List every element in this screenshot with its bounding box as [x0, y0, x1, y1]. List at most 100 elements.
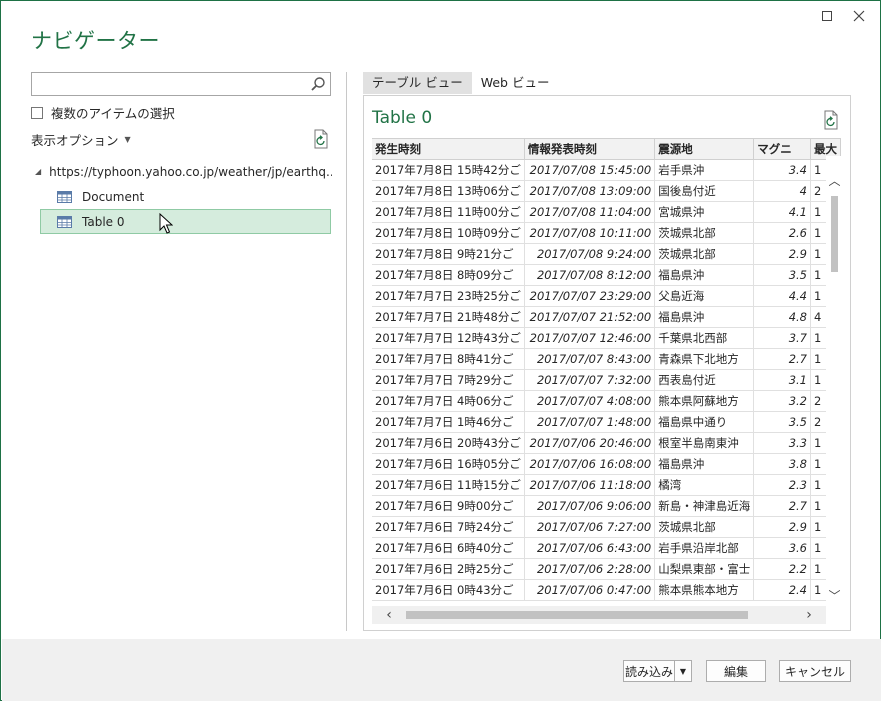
- table-cell: 福島県沖: [654, 264, 755, 286]
- table-cell: 4.1: [753, 201, 811, 223]
- table-cell: 2017/07/08 10:11:00: [524, 222, 656, 244]
- table-cell: 2.6: [753, 222, 811, 244]
- search-input[interactable]: [32, 73, 302, 95]
- search-box[interactable]: [31, 72, 331, 96]
- table-row[interactable]: 2017年7月8日 13時06分ご 2017/07/08 13:09:00 国後島付…: [372, 180, 841, 202]
- table-cell: 2.4: [753, 579, 811, 601]
- data-grid[interactable]: 発生時刻 情報発表時刻 震源地 マグニ 最大 2017年7月8日 15時42分ご…: [372, 138, 841, 606]
- table-row[interactable]: 2017年7月6日 6時40分ご 2017/07/06 6:43:00 岩手県沿岸北…: [372, 537, 841, 559]
- table-row[interactable]: 2017年7月7日 12時43分ご 2017/07/07 12:46:00 千葉県北…: [372, 327, 841, 349]
- vertical-scrollbar[interactable]: ︿ ﹀: [826, 156, 843, 606]
- table-row[interactable]: 2017年7月6日 0時43分ご 2017/07/06 0:47:00 熊本県熊本地…: [372, 579, 841, 601]
- table-cell: 2017年7月7日 21時48分ご: [372, 306, 525, 328]
- table-cell: 2017年7月6日 7時24分ご: [372, 516, 525, 538]
- refresh-icon[interactable]: [312, 129, 330, 149]
- column-header[interactable]: 震源地: [654, 139, 755, 160]
- table-cell: 4.8: [753, 306, 811, 328]
- tree-item-document[interactable]: Document: [31, 184, 332, 209]
- table-cell: 3.4: [753, 159, 811, 181]
- table-cell: 2017/07/07 23:29:00: [524, 285, 656, 307]
- cancel-button[interactable]: キャンセル: [779, 660, 851, 682]
- table-cell: 4.4: [753, 285, 811, 307]
- table-row[interactable]: 2017年7月6日 11時15分ご 2017/07/06 11:18:00 橘湾 2.…: [372, 474, 841, 496]
- tab-table-view[interactable]: テーブル ビュー: [363, 72, 472, 94]
- tree-root-node[interactable]: ◢ https://typhoon.yahoo.co.jp/weather/jp…: [31, 159, 332, 184]
- load-button[interactable]: 読み込み: [623, 660, 675, 682]
- chevron-up-icon[interactable]: ︿: [826, 172, 843, 189]
- table-cell: 福島県中通り: [654, 411, 755, 433]
- preview-panel: Table 0 発生時刻 情報発表時刻 震源地 マグニ 最大 2017年7月8日…: [363, 95, 851, 631]
- table-cell: 2017年7月6日 16時05分ご: [372, 453, 525, 475]
- table-cell: 新島・神津島近海: [654, 495, 755, 517]
- load-dropdown-button[interactable]: ▼: [674, 660, 692, 682]
- column-header[interactable]: 発生時刻: [372, 139, 525, 160]
- tree-item-label: Table 0: [82, 214, 125, 229]
- table-row[interactable]: 2017年7月7日 7時29分ご 2017/07/07 7:32:00 西表島付近 3…: [372, 369, 841, 391]
- table-cell: 岩手県沖: [654, 159, 755, 181]
- table-cell: 2.9: [753, 516, 811, 538]
- table-row[interactable]: 2017年7月8日 9時21分ご 2017/07/08 9:24:00 茨城県北部 2…: [372, 243, 841, 265]
- navigator-window: ナビゲーター 複数のアイテムの選択 表示オプション ▼ ◢ https://ty…: [0, 0, 881, 701]
- vertical-scroll-thumb[interactable]: [831, 196, 838, 272]
- tab-web-view[interactable]: Web ビュー: [472, 72, 559, 94]
- table-row[interactable]: 2017年7月6日 16時05分ご 2017/07/06 16:08:00 福島県沖…: [372, 453, 841, 475]
- table-row[interactable]: 2017年7月8日 8時09分ご 2017/07/08 8:12:00 福島県沖 3.…: [372, 264, 841, 286]
- table-cell: 3.5: [753, 264, 811, 286]
- table-cell: 2017年7月6日 2時25分ご: [372, 558, 525, 580]
- search-icon[interactable]: [310, 76, 326, 92]
- table-cell: 2017年7月8日 9時21分ご: [372, 243, 525, 265]
- pane-divider[interactable]: [346, 72, 347, 631]
- view-tabs: テーブル ビュー Web ビュー: [363, 72, 558, 94]
- table-cell: 2017年7月8日 10時09分ご: [372, 222, 525, 244]
- chevron-right-icon[interactable]: ›: [800, 606, 818, 624]
- table-cell: 2017/07/06 9:06:00: [524, 495, 656, 517]
- maximize-icon: [822, 11, 832, 21]
- chevron-down-icon[interactable]: ﹀: [826, 587, 843, 604]
- mouse-cursor-icon: [159, 213, 173, 234]
- refresh-icon[interactable]: [822, 110, 840, 130]
- table-cell: 2017/07/07 7:32:00: [524, 369, 656, 391]
- table-row[interactable]: 2017年7月6日 7時24分ご 2017/07/06 7:27:00 茨城県北部 2…: [372, 516, 841, 538]
- table-row[interactable]: 2017年7月7日 23時25分ご 2017/07/07 23:29:00 父島近海…: [372, 285, 841, 307]
- table-cell: 山梨県東部・富士: [654, 558, 755, 580]
- table-cell: 熊本県阿蘇地方: [654, 390, 755, 412]
- table-cell: 2017年7月7日 23時25分ご: [372, 285, 525, 307]
- table-row[interactable]: 2017年7月8日 15時42分ご 2017/07/08 15:45:00 岩手県沖…: [372, 159, 841, 181]
- table-cell: 2017年7月8日 11時00分ご: [372, 201, 525, 223]
- table-cell: 千葉県北西部: [654, 327, 755, 349]
- table-cell: 2017年7月7日 8時41分ご: [372, 348, 525, 370]
- tree-item-table-0[interactable]: Table 0: [40, 209, 331, 234]
- table-cell: 2017年7月6日 9時00分ご: [372, 495, 525, 517]
- column-header[interactable]: 情報発表時刻: [524, 139, 656, 160]
- table-row[interactable]: 2017年7月6日 20時43分ご 2017/07/06 20:46:00 根室半島…: [372, 432, 841, 454]
- table-cell: 熊本県熊本地方: [654, 579, 755, 601]
- table-cell: 橘湾: [654, 474, 755, 496]
- preview-table: 発生時刻 情報発表時刻 震源地 マグニ 最大 2017年7月8日 15時42分ご…: [372, 139, 841, 601]
- table-row[interactable]: 2017年7月8日 11時00分ご 2017/07/08 11:04:00 宮城県沖…: [372, 201, 841, 223]
- table-cell: 2017/07/07 1:48:00: [524, 411, 656, 433]
- table-row[interactable]: 2017年7月6日 2時25分ご 2017/07/06 2:28:00 山梨県東部・…: [372, 558, 841, 580]
- table-row[interactable]: 2017年7月8日 10時09分ご 2017/07/08 10:11:00 茨城県北…: [372, 222, 841, 244]
- multi-select-option[interactable]: 複数のアイテムの選択: [31, 103, 175, 122]
- table-row[interactable]: 2017年7月6日 9時00分ご 2017/07/06 9:06:00 新島・神津島…: [372, 495, 841, 517]
- table-row[interactable]: 2017年7月7日 4時06分ご 2017/07/07 4:08:00 熊本県阿蘇地…: [372, 390, 841, 412]
- chevron-left-icon[interactable]: ‹: [380, 606, 398, 624]
- column-header[interactable]: マグニ: [753, 139, 811, 160]
- table-cell: 福島県沖: [654, 453, 755, 475]
- table-cell: 2017/07/07 4:08:00: [524, 390, 656, 412]
- table-row[interactable]: 2017年7月7日 8時41分ご 2017/07/07 8:43:00 青森県下北地…: [372, 348, 841, 370]
- dialog-footer: 読み込み ▼ 編集 キャンセル: [2, 639, 881, 701]
- close-button[interactable]: [844, 5, 874, 27]
- edit-button[interactable]: 編集: [706, 660, 766, 682]
- table-cell: 3.1: [753, 369, 811, 391]
- table-header-row: 発生時刻 情報発表時刻 震源地 マグニ 最大: [372, 139, 841, 160]
- horizontal-scroll-thumb[interactable]: [406, 611, 748, 619]
- table-row[interactable]: 2017年7月7日 1時46分ご 2017/07/07 1:48:00 福島県中通り…: [372, 411, 841, 433]
- horizontal-scrollbar[interactable]: ‹ ›: [372, 606, 826, 624]
- maximize-button[interactable]: [812, 5, 842, 27]
- table-row[interactable]: 2017年7月7日 21時48分ご 2017/07/07 21:52:00 福島県沖…: [372, 306, 841, 328]
- collapse-arrow-icon[interactable]: ◢: [35, 167, 41, 176]
- table-cell: 2017年7月6日 20時43分ご: [372, 432, 525, 454]
- multi-select-checkbox[interactable]: [31, 106, 43, 119]
- display-options-dropdown[interactable]: 表示オプション ▼: [31, 130, 131, 149]
